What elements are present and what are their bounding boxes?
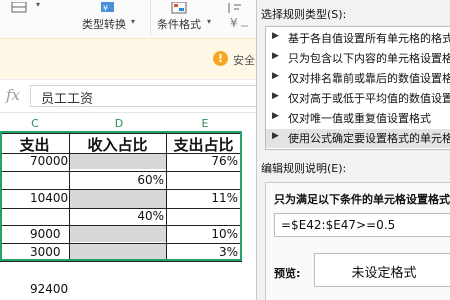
rule-type-item[interactable]: ▶ 只为包含以下内容的单元格设置格式 — [266, 49, 450, 68]
format-preview-box: 未设定格式 — [314, 253, 450, 287]
text-format-icon[interactable]: ¥ — [228, 14, 250, 30]
column-header-c[interactable]: C — [20, 117, 50, 131]
condition-title: 只为满足以下条件的单元格设置格式 — [274, 193, 450, 206]
triangle-right-icon: ▶ — [272, 31, 279, 41]
security-notice-text: 安全 — [233, 54, 255, 67]
grid-line — [0, 261, 242, 262]
fx-icon[interactable]: fx — [6, 86, 20, 104]
svg-text:¥: ¥ — [230, 16, 238, 30]
rule-type-item-selected[interactable]: ▶ 使用公式确定要设置格式的单元格 — [266, 129, 450, 148]
new-format-rule-dialog: 选择规则类型(S): ▶ 基于各自值设置所有单元格的格式 ▶ 只为包含以下内容的… — [256, 0, 450, 300]
column-header-e[interactable]: E — [190, 117, 220, 131]
preview-text: 未设定格式 — [351, 266, 417, 281]
rule-type-list[interactable]: ▶ 基于各自值设置所有单元格的格式 ▶ 只为包含以下内容的单元格设置格式 ▶ 仅… — [265, 26, 450, 150]
conditional-format-icon[interactable] — [170, 0, 190, 14]
select-rule-type-label: 选择规则类型(S): — [261, 8, 347, 21]
rule-description-panel: 只为满足以下条件的单元格设置格式 预览: 未设定格式 — [265, 182, 450, 300]
triangle-right-icon: ▶ — [272, 91, 279, 101]
table-cell[interactable]: 92400 — [30, 281, 68, 298]
svg-text:¥: ¥ — [103, 4, 108, 13]
type-convert-icon[interactable]: ¥ — [98, 0, 118, 13]
rule-type-item[interactable]: ▶ 仅对高于或低于平均值的数值设置格式 — [266, 89, 450, 108]
column-header-d[interactable]: D — [104, 117, 134, 131]
rule-formula-input[interactable] — [274, 213, 450, 237]
chevron-down-icon[interactable]: ▾ — [36, 0, 40, 9]
sort-icon[interactable] — [225, 0, 245, 13]
toolbar-divider — [150, 0, 151, 36]
cell-style-icon[interactable] — [10, 0, 30, 13]
formula-input[interactable]: 员工工资 — [30, 85, 256, 107]
security-notice-bar: ! 安全 — [0, 38, 256, 80]
chevron-down-icon[interactable]: ▾ — [131, 17, 135, 26]
rule-type-item[interactable]: ▶ 基于各自值设置所有单元格的格式 — [266, 29, 450, 48]
ribbon-toolbar: ▾ ¥ 类型转换 ▾ 条件格式 ▾ ¥ — [0, 0, 256, 38]
edit-rule-description-label: 编辑规则说明(E): — [261, 162, 347, 175]
formula-bar: fx 员工工资 — [0, 80, 256, 113]
triangle-right-icon: ▶ — [272, 71, 279, 81]
triangle-right-icon: ▶ — [272, 131, 279, 141]
type-convert-button[interactable]: 类型转换 — [82, 16, 126, 32]
chevron-down-icon[interactable]: ▾ — [207, 17, 211, 26]
rule-type-item[interactable]: ▶ 仅对排名靠前或靠后的数值设置格式 — [266, 69, 450, 88]
warning-icon: ! — [213, 51, 228, 66]
triangle-right-icon: ▶ — [272, 51, 279, 61]
conditional-format-button[interactable]: 条件格式 — [157, 16, 201, 32]
triangle-right-icon: ▶ — [272, 111, 279, 121]
rule-type-item[interactable]: ▶ 仅对唯一值或重复值设置格式 — [266, 109, 450, 128]
preview-label: 预览: — [274, 267, 301, 280]
formula-content: 员工工资 — [41, 92, 94, 107]
selection-range[interactable] — [0, 131, 242, 261]
